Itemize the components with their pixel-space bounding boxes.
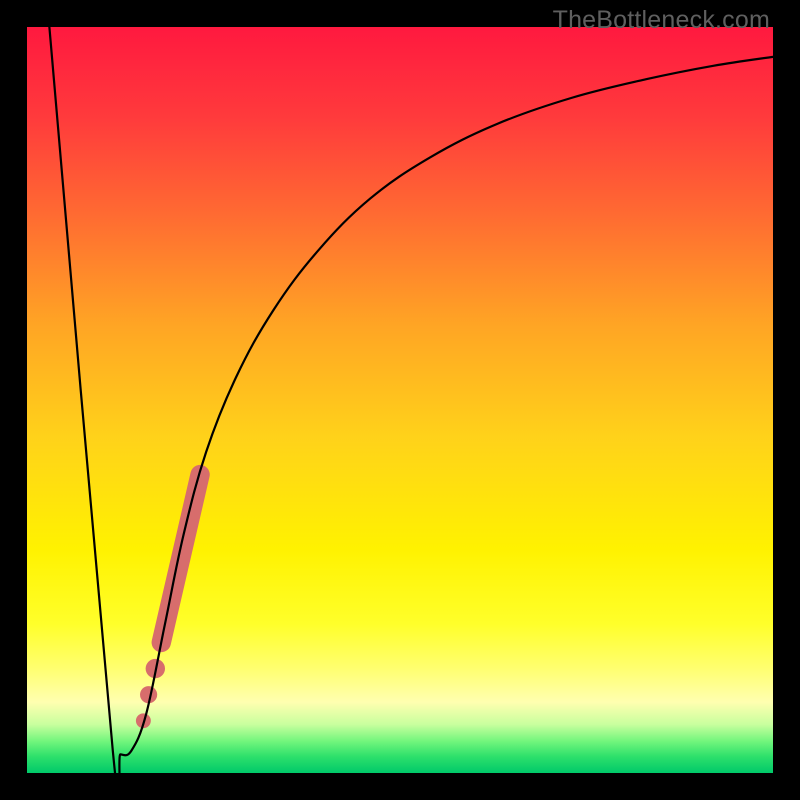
plot-area <box>27 27 773 773</box>
gradient-background <box>27 27 773 773</box>
chart-svg <box>27 27 773 773</box>
chart-frame: TheBottleneck.com <box>0 0 800 800</box>
watermark-text: TheBottleneck.com <box>553 6 770 35</box>
